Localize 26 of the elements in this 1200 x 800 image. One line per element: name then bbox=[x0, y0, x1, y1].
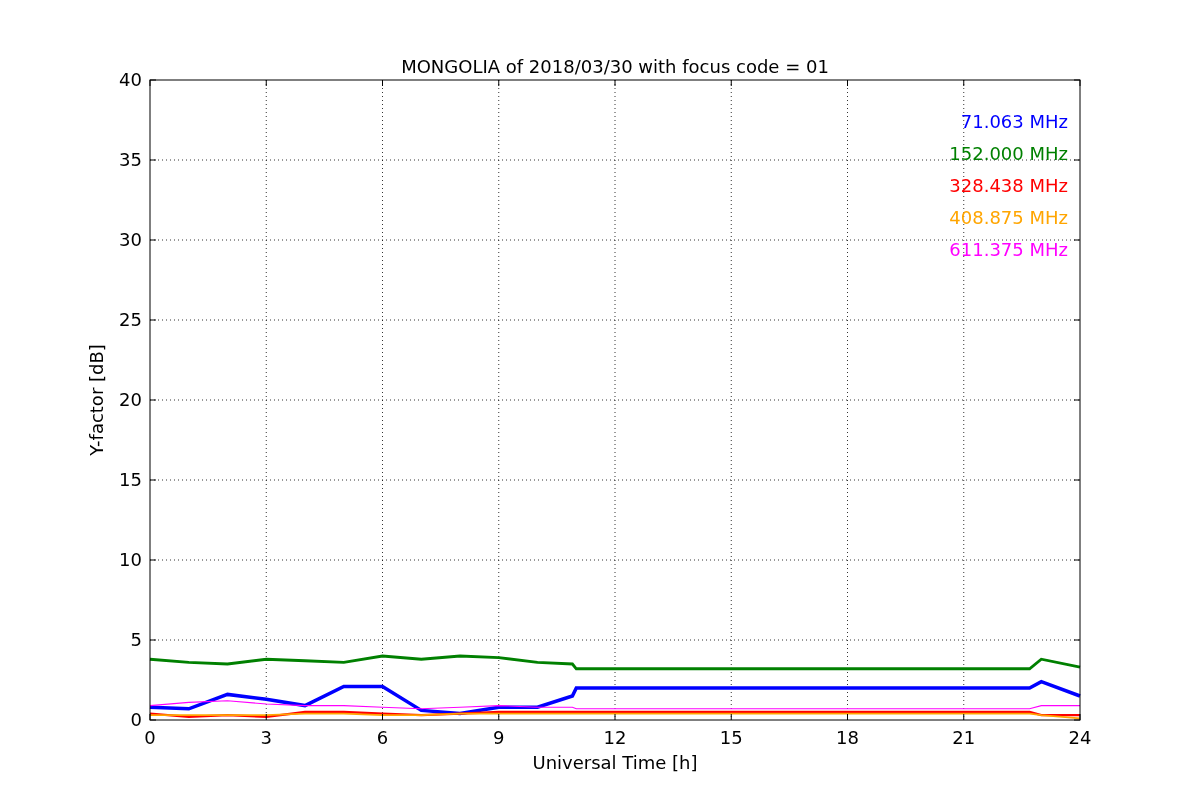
tick-label: 12 bbox=[603, 727, 627, 748]
legend-label: 611.375 MHz bbox=[949, 239, 1068, 260]
tick-label: 30 bbox=[119, 229, 142, 250]
legend-label: 71.063 MHz bbox=[960, 111, 1068, 132]
legend-label: 408.875 MHz bbox=[949, 207, 1068, 228]
axis-label: Universal Time [h] bbox=[532, 752, 698, 773]
tick-label: 18 bbox=[836, 727, 859, 748]
legend-label: 328.438 MHz bbox=[949, 175, 1068, 196]
tick-label: 10 bbox=[119, 549, 142, 570]
tick-label: 35 bbox=[119, 149, 142, 170]
legend-label: 152.000 MHz bbox=[949, 143, 1068, 164]
tick-label: 9 bbox=[493, 727, 505, 748]
tick-label: 6 bbox=[376, 727, 389, 748]
tick-label: 5 bbox=[130, 629, 142, 650]
axis-label: Y-factor [dB] bbox=[86, 344, 107, 456]
tick-label: 40 bbox=[119, 69, 142, 90]
chart-title: MONGOLIA of 2018/03/30 with focus code = 01 bbox=[401, 56, 829, 77]
tick-label: 21 bbox=[952, 727, 976, 748]
tick-label: 24 bbox=[1068, 727, 1092, 748]
tick-label: 0 bbox=[144, 727, 156, 748]
tick-label: 20 bbox=[119, 389, 142, 410]
tick-label: 25 bbox=[119, 309, 142, 330]
tick-label: 15 bbox=[119, 469, 142, 490]
tick-label: 15 bbox=[719, 727, 743, 748]
tick-label: 3 bbox=[260, 727, 272, 748]
tick-label: 0 bbox=[130, 709, 142, 730]
